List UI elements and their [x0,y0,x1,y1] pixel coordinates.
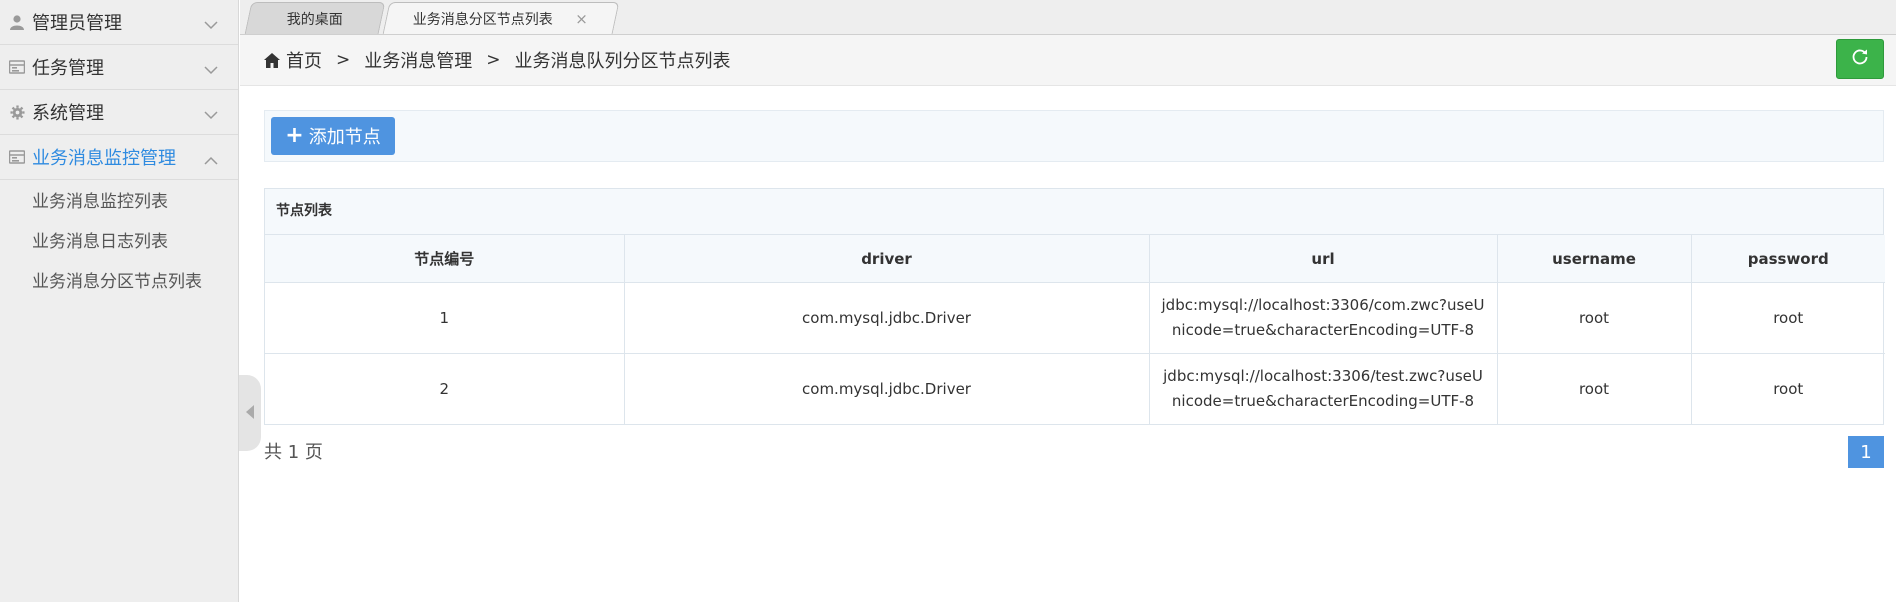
breadcrumb-separator: > [336,50,351,70]
menu-task-management[interactable]: 任务管理 [0,45,238,90]
menu-label: 系统管理 [32,103,104,124]
task-icon [9,59,25,75]
cell-password: root [1773,379,1804,398]
page-button-current[interactable]: 1 [1848,436,1884,468]
plus-icon: + [285,123,304,148]
sidebar-item-log-list[interactable]: 业务消息日志列表 [0,222,238,262]
breadcrumb-current: 业务消息队列分区节点列表 [514,51,731,72]
tab-label: 业务消息分区节点列表 [413,11,554,28]
cell-url: jdbc:mysql://localhost:3306/test.zwc?use… [1149,353,1498,424]
table-header-row: 节点编号 driver url username password [265,235,1885,283]
menu-admin-management[interactable]: 管理员管理 [0,0,238,45]
column-header-password[interactable]: password [1691,235,1885,283]
toolbar: + 添加节点 [264,110,1884,162]
cell-password: root [1691,282,1885,354]
monitor-icon [9,149,25,165]
breadcrumb-separator: > [486,50,501,70]
tab-bar: 我的桌面 业务消息分区节点列表 × [240,0,1896,35]
table-row[interactable]: 1 com.mysql.jdbc.Driver jdbc:mysql://loc… [265,282,1885,354]
cell-node-id: 1 [265,282,625,354]
tab-my-desktop[interactable]: 我的桌面 [244,2,386,34]
menu-business-message-monitor[interactable]: 业务消息监控管理 [0,135,238,180]
node-list-panel: 节点列表 节点编号 driver url username password 1… [264,188,1885,425]
cell-username: root [1497,353,1692,424]
menu-system-management[interactable]: 系统管理 [0,90,238,135]
home-icon [264,52,280,68]
column-header-node-id[interactable]: 节点编号 [265,235,625,283]
chevron-down-icon [204,15,218,34]
submenu: 业务消息监控列表 业务消息日志列表 业务消息分区节点列表 [0,180,238,302]
chevron-down-icon [204,60,218,79]
cell-node-id: 2 [265,353,625,424]
breadcrumb-message-management[interactable]: 业务消息管理 [364,47,472,73]
menu-label: 业务消息监控管理 [32,148,176,169]
menu-label: 任务管理 [32,58,104,79]
gear-icon [9,104,25,120]
add-node-button[interactable]: + 添加节点 [271,117,395,155]
chevron-down-icon [204,105,218,124]
chevron-up-icon [204,150,218,169]
sidebar-item-monitor-list[interactable]: 业务消息监控列表 [0,182,238,222]
refresh-icon [1851,48,1869,70]
column-header-username[interactable]: username [1497,235,1692,283]
panel-title: 节点列表 [265,189,1883,235]
cell-username: root [1497,282,1692,354]
node-table: 节点编号 driver url username password 1 com.… [265,235,1885,424]
add-node-label: 添加节点 [308,127,381,148]
cell-driver: com.mysql.jdbc.Driver [624,353,1150,424]
cell-driver: com.mysql.jdbc.Driver [624,282,1150,354]
menu-label: 管理员管理 [32,13,122,34]
sidebar-collapse-handle[interactable] [239,375,261,451]
table-row[interactable]: 2 com.mysql.jdbc.Driver jdbc:mysql://loc… [265,353,1885,424]
pagination-summary: 共 1 页 [264,442,323,463]
cell-url: jdbc:mysql://localhost:3306/com.zwc?useU… [1149,282,1498,354]
breadcrumb-home[interactable]: 首页 [286,47,322,73]
refresh-button[interactable] [1836,39,1884,79]
column-header-url[interactable]: url [1149,235,1498,283]
user-icon [9,14,25,30]
sidebar-item-partition-node-list[interactable]: 业务消息分区节点列表 [0,262,238,302]
caret-left-icon [246,404,254,423]
column-header-driver[interactable]: driver [624,235,1150,283]
close-icon[interactable]: × [576,10,589,28]
tab-label: 我的桌面 [286,11,343,28]
breadcrumb: 首页 > 业务消息管理 > 业务消息队列分区节点列表 [240,35,1896,86]
tab-partition-node-list[interactable]: 业务消息分区节点列表 × [382,2,620,34]
sidebar: 管理员管理 任务管理 系统管理 业务消息监控管理 业务消息监控列表 业务消息日志… [0,0,239,602]
